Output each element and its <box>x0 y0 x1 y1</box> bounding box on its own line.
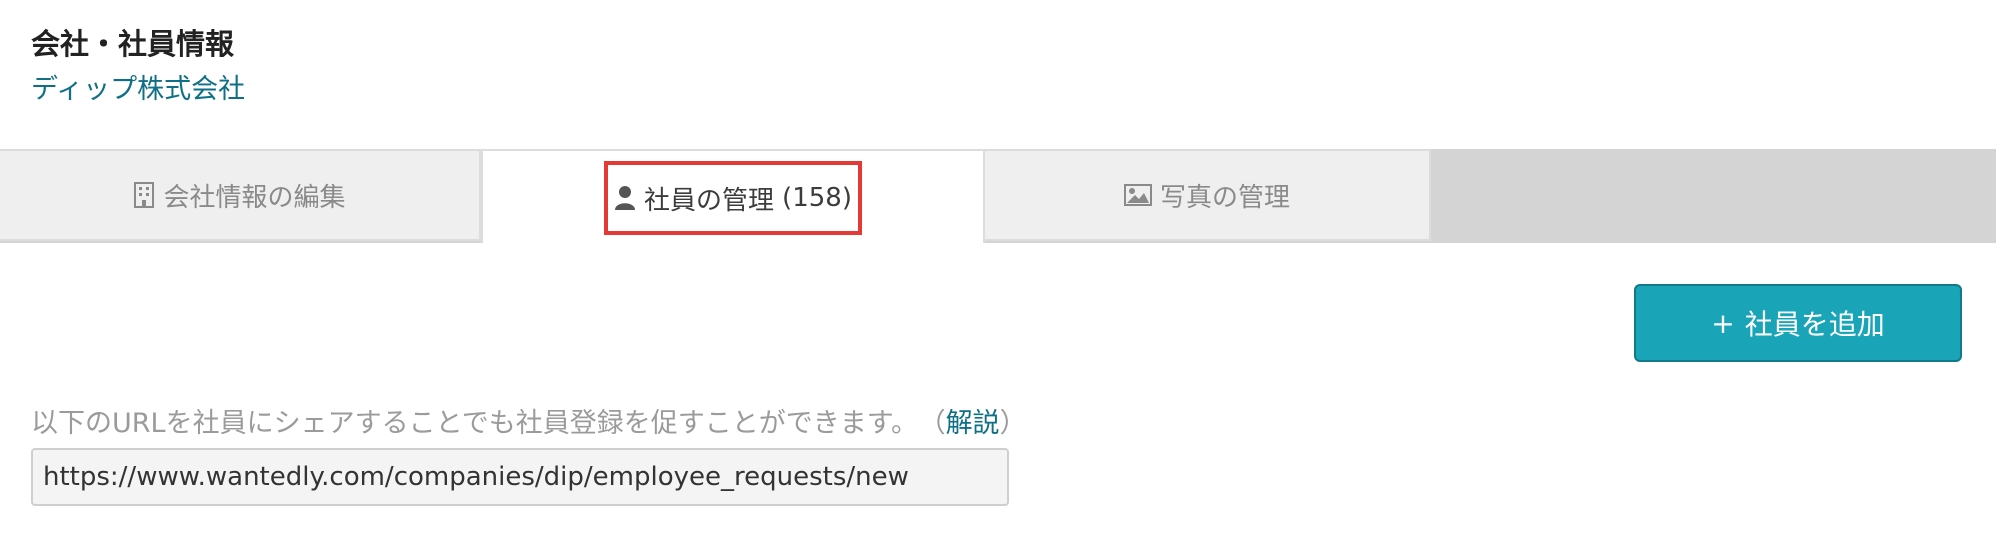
add-employee-label: 社員を追加 <box>1744 308 1885 341</box>
add-employee-button[interactable]: + 社員を追加 <box>1634 284 1962 362</box>
image-icon <box>1123 184 1152 206</box>
tab-label: 社員の管理 <box>644 185 775 216</box>
share-instructions: 以下のURLを社員にシェアすることでも社員登録を促すことができます。 （解説） <box>31 408 1027 439</box>
tab-label: 会社情報の編集 <box>163 182 346 213</box>
tab-label: 写真の管理 <box>1159 182 1290 213</box>
tab-highlight-box: 社員の管理 (158) <box>604 161 862 235</box>
company-name-link[interactable]: ディップ株式会社 <box>31 72 245 108</box>
tab-photos[interactable]: 写真の管理 <box>985 149 1431 241</box>
tab-bar: 会社情報の編集 社員の管理 (158) 写真の管理 <box>0 149 1996 243</box>
user-icon <box>614 185 636 211</box>
employee-count: (158) <box>782 183 852 213</box>
building-icon <box>133 182 155 208</box>
page-title: 会社・社員情報 <box>31 27 235 61</box>
tab-company-edit[interactable]: 会社情報の編集 <box>0 149 481 241</box>
explain-link[interactable]: 解説 <box>946 408 1000 439</box>
share-url-field[interactable] <box>31 448 1009 506</box>
plus-icon: + <box>1711 306 1735 340</box>
tab-employees[interactable]: 社員の管理 (158) <box>481 149 985 243</box>
